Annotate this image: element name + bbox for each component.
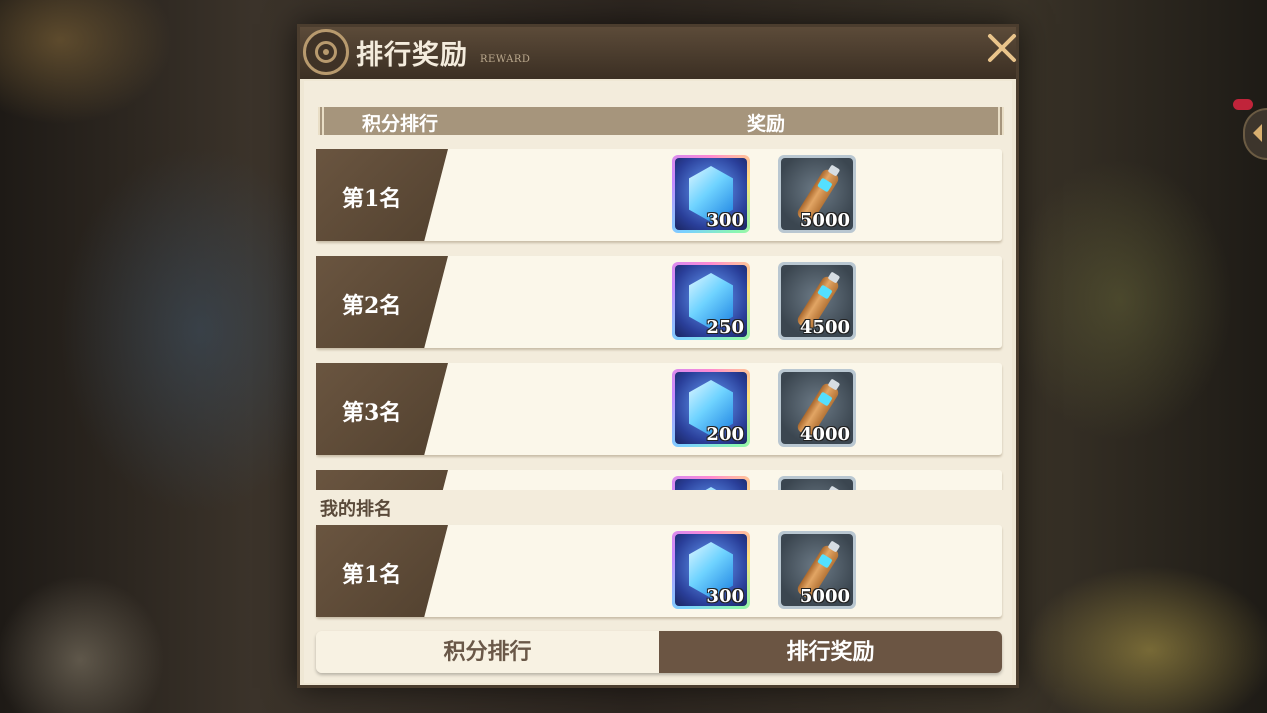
gem-reward-item[interactable]: 300 [672,155,750,233]
rank-tag [316,470,448,490]
tab-ranking-reward[interactable]: 排行奖励 [659,631,1002,673]
reward-row: 第1名 300 5000 [316,149,1002,241]
dialog-subtitle: REWARD [480,54,531,65]
reward-list[interactable]: 第1名 300 5000 第2名 250 4500 第3名 200 4000 [316,149,1006,490]
reward-row: 第3名 200 4000 [316,363,1002,455]
gem-reward-item[interactable]: 250 [672,262,750,340]
reward-dialog: 排行奖励 REWARD 积分排行 奖励 第1名 300 5000 第2名 250… [297,24,1019,688]
flask-reward-item[interactable] [778,476,856,490]
gem-reward-item[interactable] [672,476,750,490]
potion-flask-icon [795,488,841,490]
item-quantity: 300 [706,210,744,231]
rank-label: 第1名 [342,562,402,588]
reward-row: 第2名 250 4500 [316,256,1002,348]
flask-reward-item[interactable]: 5000 [778,531,856,609]
gem-reward-item[interactable]: 200 [672,369,750,447]
dialog-title: 排行奖励 [356,40,468,71]
item-quantity: 200 [706,424,744,445]
bottom-tabs: 积分排行 排行奖励 [316,631,1002,673]
my-rank-row: 第1名 300 5000 [316,525,1002,617]
item-quantity: 250 [706,317,744,338]
blue-crystal-icon [689,487,733,490]
side-expand-arrow-icon[interactable] [1243,108,1267,160]
item-quantity: 5000 [799,210,850,231]
table-header: 积分排行 奖励 [318,107,1004,135]
item-quantity: 5000 [799,586,850,607]
flask-reward-item[interactable]: 4000 [778,369,856,447]
rank-label: 第2名 [342,293,402,319]
gem-reward-item[interactable]: 300 [672,531,750,609]
header-rank: 积分排行 [362,113,439,135]
dialog-titlebar: 排行奖励 REWARD [300,27,1016,79]
my-rank-label: 我的排名 [320,499,392,520]
header-reward: 奖励 [747,113,786,135]
gear-emblem-icon [303,29,349,75]
tab-score-ranking[interactable]: 积分排行 [316,631,659,673]
item-quantity: 4000 [799,424,850,445]
rank-label: 第3名 [342,400,402,426]
flask-reward-item[interactable]: 4500 [778,262,856,340]
item-quantity: 300 [706,586,744,607]
rank-label: 第1名 [342,186,402,212]
item-quantity: 4500 [799,317,850,338]
reward-row [316,470,1002,490]
close-icon[interactable] [982,29,1022,69]
notification-badge [1233,99,1253,110]
dialog-body: 积分排行 奖励 第1名 300 5000 第2名 250 4500 第3名 20… [304,81,1012,683]
flask-reward-item[interactable]: 5000 [778,155,856,233]
